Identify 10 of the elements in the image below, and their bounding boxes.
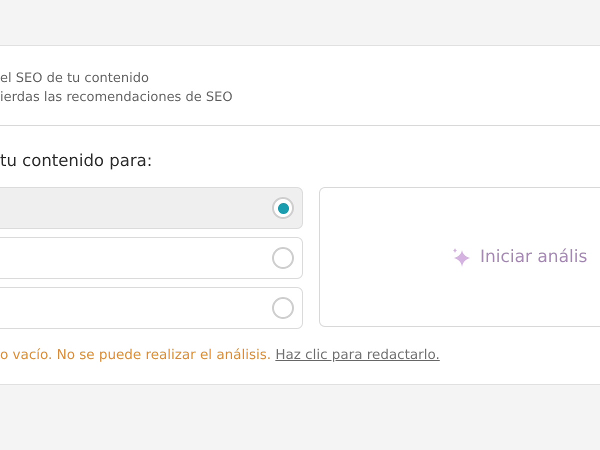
warning-message: o vacío. No se puede realizar el análisis. — [0, 347, 272, 363]
intro-text: ierdas las recomendaciones de SEO — [0, 89, 234, 107]
radio-button[interactable] — [272, 297, 294, 319]
section-heading: tu contenido para: — [0, 151, 154, 172]
option-row[interactable] — [0, 237, 303, 279]
option-row[interactable] — [0, 287, 303, 329]
intro-text: el SEO de tu contenido — [0, 70, 150, 88]
radio-button[interactable] — [272, 247, 294, 269]
radio-button[interactable] — [272, 197, 294, 219]
compose-link[interactable]: Haz clic para redactarlo. — [275, 347, 440, 363]
